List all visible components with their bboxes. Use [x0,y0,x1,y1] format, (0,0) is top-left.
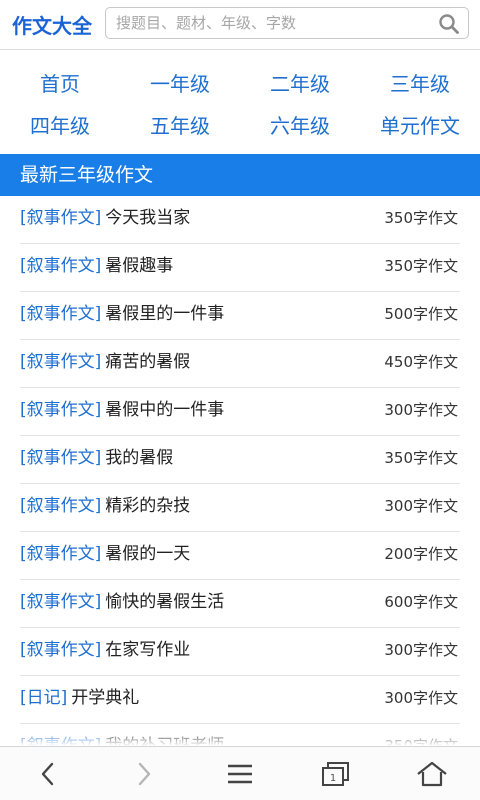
list-item[interactable]: [叙事作文] 痛苦的暑假 450字作文 [20,340,460,388]
list-item[interactable]: [叙事作文] 暑假趣事 350字作文 [20,244,460,292]
back-button[interactable] [0,747,96,800]
item-title[interactable]: 我的暑假 [105,448,173,468]
item-word-count: 350字作文 [384,449,458,467]
item-word-count: 200字作文 [384,545,458,563]
nav-unit-essays[interactable]: 单元作文 [360,113,480,139]
menu-icon [228,764,252,784]
home-button[interactable] [384,747,480,800]
nav-grade-2[interactable]: 二年级 [240,71,360,97]
nav-grade-1[interactable]: 一年级 [120,71,240,97]
list-item[interactable]: [叙事作文] 我的暑假 350字作文 [20,436,460,484]
item-word-count: 300字作文 [384,497,458,515]
item-word-count: 350字作文 [384,209,458,227]
item-title[interactable]: 暑假里的一件事 [105,304,224,324]
item-category[interactable]: [叙事作文] [20,304,101,324]
home-icon [417,761,447,787]
tab-count: 1 [330,773,336,784]
list-item[interactable]: [叙事作文] 暑假中的一件事 300字作文 [20,388,460,436]
list-item[interactable]: [叙事作文] 在家写作业 300字作文 [20,628,460,676]
list-item[interactable]: [叙事作文] 我的补习班老师 350字作文 [20,724,460,746]
forward-button[interactable] [96,747,192,800]
tabs-button[interactable]: 1 [288,747,384,800]
bottom-toolbar: 1 [0,746,480,800]
nav-grade-5[interactable]: 五年级 [120,113,240,139]
item-category[interactable]: [叙事作文] [20,592,101,612]
search-input[interactable] [106,14,426,32]
top-header: 作文大全 [0,0,480,50]
menu-button[interactable] [192,747,288,800]
item-category[interactable]: [叙事作文] [20,736,101,746]
item-word-count: 600字作文 [384,593,458,611]
list-item[interactable]: [叙事作文] 暑假里的一件事 500字作文 [20,292,460,340]
item-title[interactable]: 痛苦的暑假 [105,352,190,372]
list-item[interactable]: [叙事作文] 精彩的杂技 300字作文 [20,484,460,532]
item-word-count: 500字作文 [384,305,458,323]
item-category[interactable]: [叙事作文] [20,400,101,420]
item-title[interactable]: 暑假趣事 [105,256,173,276]
tabs-icon: 1 [322,762,349,786]
item-word-count: 300字作文 [384,689,458,707]
nav-grade-4[interactable]: 四年级 [0,113,120,139]
item-title[interactable]: 在家写作业 [105,640,190,660]
item-category[interactable]: [叙事作文] [20,256,101,276]
back-arrow-icon [41,762,54,786]
nav-home[interactable]: 首页 [0,71,120,97]
list-item[interactable]: [叙事作文] 暑假的一天 200字作文 [20,532,460,580]
item-category[interactable]: [叙事作文] [20,496,101,516]
item-title[interactable]: 暑假中的一件事 [105,400,224,420]
item-category[interactable]: [叙事作文] [20,208,101,228]
item-category[interactable]: [叙事作文] [20,640,101,660]
item-title[interactable]: 精彩的杂技 [105,496,190,516]
item-title[interactable]: 今天我当家 [105,208,190,228]
essay-list: [叙事作文] 今天我当家 350字作文 [叙事作文] 暑假趣事 350字作文 [叙事… [0,196,480,746]
item-title[interactable]: 暑假的一天 [105,544,190,564]
item-word-count: 350字作文 [384,257,458,275]
item-title[interactable]: 开学典礼 [71,688,139,708]
forward-arrow-icon [138,762,151,786]
item-category[interactable]: [日记] [20,688,67,708]
item-word-count: 300字作文 [384,641,458,659]
item-title[interactable]: 我的补习班老师 [105,736,224,746]
item-category[interactable]: [叙事作文] [20,352,101,372]
search-box[interactable] [105,7,469,39]
item-word-count: 350字作文 [384,737,458,746]
site-logo[interactable]: 作文大全 [12,10,98,39]
item-title[interactable]: 愉快的暑假生活 [105,592,224,612]
list-item[interactable]: [日记] 开学典礼 300字作文 [20,676,460,724]
nav-grade-3[interactable]: 三年级 [360,71,480,97]
list-item[interactable]: [叙事作文] 今天我当家 350字作文 [20,196,460,244]
section-title: 最新三年级作文 [0,154,480,196]
search-icon[interactable] [438,13,460,35]
item-category[interactable]: [叙事作文] [20,544,101,564]
nav-grade-6[interactable]: 六年级 [240,113,360,139]
item-category[interactable]: [叙事作文] [20,448,101,468]
grade-nav: 首页 一年级 二年级 三年级 四年级 五年级 六年级 单元作文 [0,58,480,153]
item-word-count: 450字作文 [384,353,458,371]
item-word-count: 300字作文 [384,401,458,419]
list-item[interactable]: [叙事作文] 愉快的暑假生活 600字作文 [20,580,460,628]
